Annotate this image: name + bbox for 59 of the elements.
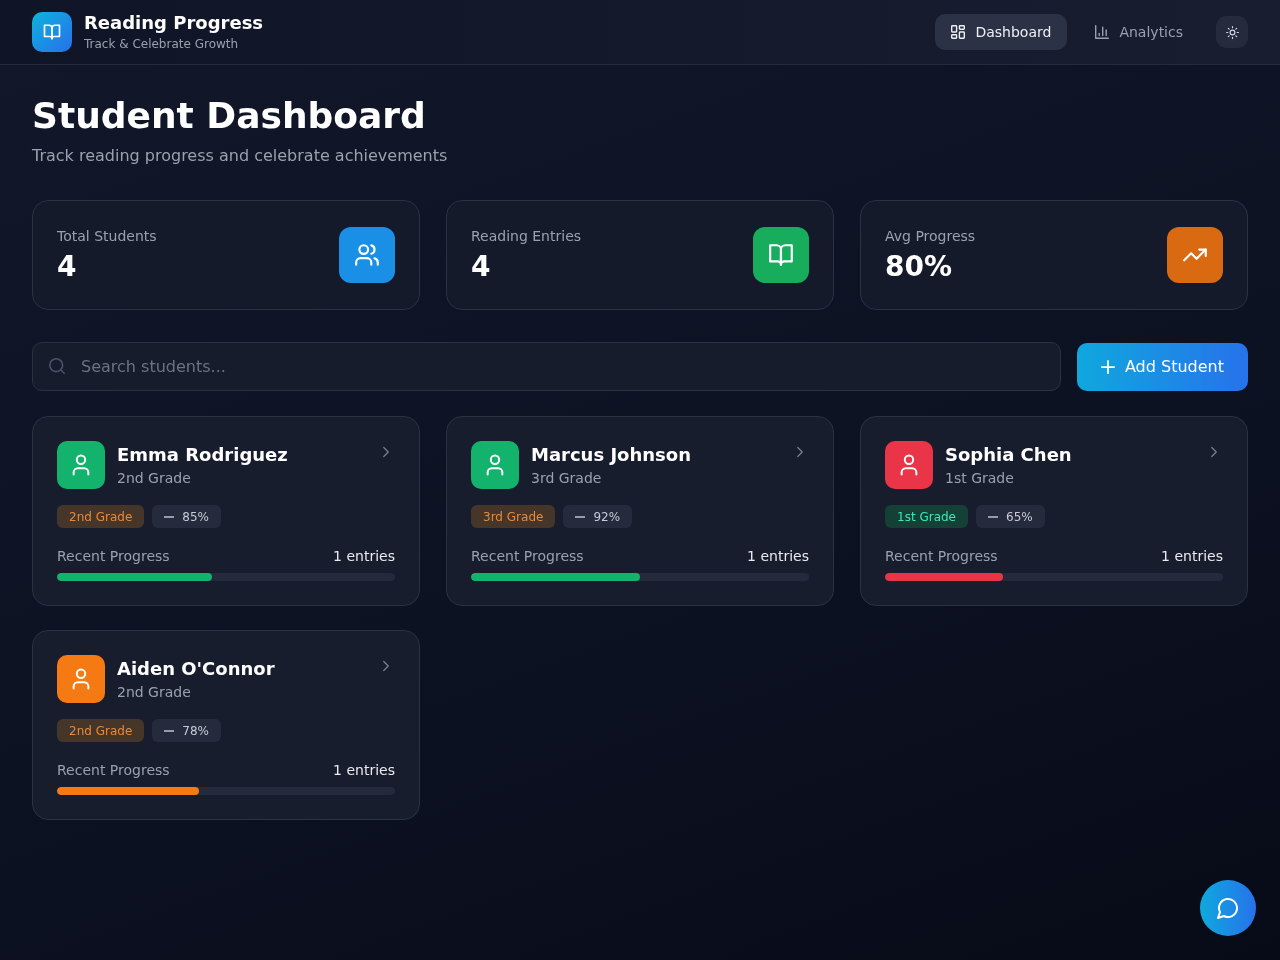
page-title: Student Dashboard (32, 95, 427, 137)
chevron-right-icon (383, 660, 389, 672)
entries-count: 1 entries (333, 761, 395, 780)
sun-icon (1225, 25, 1239, 39)
score-value: 65% (1006, 509, 1033, 524)
student-name: Aiden O'Connor (117, 658, 276, 680)
minus-icon (164, 729, 175, 732)
grade-tag: 3rd Grade (471, 505, 556, 528)
minus-icon (988, 515, 998, 518)
student-card[interactable]: Emma Rodriguez 2nd Grade 2nd Grade 85% Recent Progress 1 entries (32, 416, 420, 606)
student-name: Marcus Johnson (531, 444, 692, 466)
progress-label: Recent Progress (57, 547, 170, 566)
search-icon (49, 358, 65, 374)
add-student-button[interactable]: Add Student (1076, 342, 1248, 391)
chat-button[interactable] (1200, 880, 1256, 936)
stat-label: Reading Entries (471, 226, 582, 245)
grade-label: 3rd Grade (531, 469, 603, 488)
book-icon (32, 12, 72, 52)
student-card[interactable]: Marcus Johnson 3rd Grade 3rd Grade 92% Recent Progress 1 entries (446, 416, 834, 606)
minus-icon (164, 515, 175, 518)
grade-tag: 2nd Grade (57, 719, 145, 742)
chevron-right-icon (797, 446, 803, 458)
grade-tag: 1st Grade (885, 505, 968, 528)
nav-tab[interactable]: Analytics (1079, 14, 1199, 50)
stat-value: 4 (471, 249, 492, 284)
progress-label: Recent Progress (471, 547, 584, 566)
plus-icon (1100, 359, 1115, 374)
student-name: Emma Rodriguez (117, 444, 289, 466)
score-value: 78% (182, 723, 209, 738)
student-card[interactable]: Aiden O'Connor 2nd Grade 2nd Grade 78% Recent Progress 1 entries (32, 630, 420, 820)
entries-count: 1 entries (1161, 547, 1223, 566)
score-value: 92% (593, 509, 621, 524)
progress-label: Recent Progress (885, 547, 998, 566)
page-subtitle: Track reading progress and celebrate achievements (32, 146, 449, 166)
stat-label: Total Students (57, 226, 157, 245)
dashboard-icon (951, 25, 966, 39)
theme-toggle-button[interactable] (1216, 16, 1248, 48)
grade-label: 2nd Grade (117, 683, 192, 702)
score-value: 85% (182, 509, 209, 524)
grade-label: 1st Grade (945, 469, 1015, 488)
progress-label: Recent Progress (57, 761, 170, 780)
student-name: Sophia Chen (945, 444, 1073, 466)
grade-tag: 2nd Grade (57, 505, 145, 528)
chevron-right-icon (383, 446, 389, 458)
chat-bubble-icon (1217, 897, 1239, 919)
chevron-right-icon (1211, 446, 1217, 458)
stat-label: Avg Progress (885, 226, 976, 245)
entries-count: 1 entries (747, 547, 809, 566)
bar-chart-icon (1095, 25, 1110, 39)
app-title: Reading Progress (84, 12, 264, 34)
entries-count: 1 entries (333, 547, 395, 566)
stat-value: 80% (885, 249, 954, 284)
stat-value: 4 (57, 249, 78, 284)
student-card[interactable]: Sophia Chen 1st Grade 1st Grade 65% Recent Progress 1 entries (860, 416, 1248, 606)
search-field[interactable]: Search students... (32, 342, 1061, 391)
grade-label: 2nd Grade (117, 469, 192, 488)
app-subtitle: Track & Celebrate Growth (84, 36, 240, 52)
minus-icon (575, 515, 586, 518)
nav-tab[interactable]: Dashboard (935, 14, 1068, 50)
